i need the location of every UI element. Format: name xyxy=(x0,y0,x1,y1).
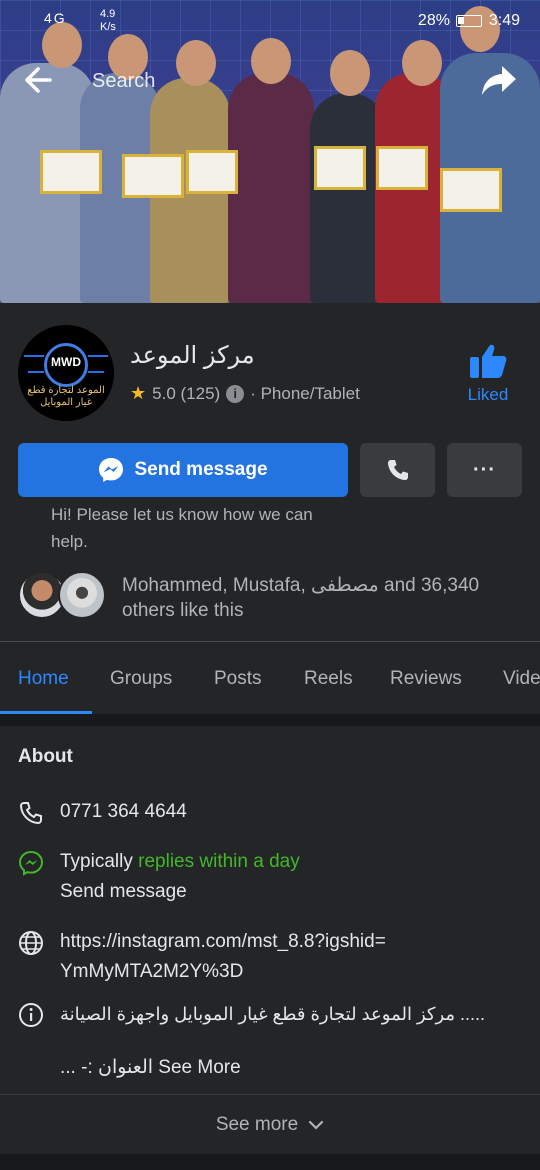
cover-certificate xyxy=(122,154,184,198)
page-header: MWD الموعد لتجارة قطع غيار الموبايل مركز… xyxy=(0,303,540,643)
page-avatar[interactable]: MWD الموعد لتجارة قطع غيار الموبايل xyxy=(18,325,114,421)
response-prefix: Typically xyxy=(60,851,133,872)
phone-outline-icon xyxy=(19,802,42,825)
cover-photo[interactable]: 4G 4.9 K/s 28% 3:49 Search xyxy=(0,0,540,303)
website-line-2: YmMyMTA2M2Y%3D xyxy=(60,961,244,982)
cover-certificate xyxy=(186,150,238,194)
tab-reels[interactable]: Reels xyxy=(304,668,353,690)
tab-reviews[interactable]: Reviews xyxy=(390,668,462,690)
cover-certificate xyxy=(376,146,428,190)
likes-text: Mohammed, Mustafa, مصطفى and 36,340 othe… xyxy=(122,575,480,621)
cover-person-head xyxy=(176,40,216,86)
info-icon[interactable]: i xyxy=(226,384,245,403)
share-arrow-icon[interactable] xyxy=(480,62,518,98)
clock: 3:49 xyxy=(488,12,520,29)
more-dots-icon: ··· xyxy=(473,458,496,481)
status-bar: 4G 4.9 K/s 28% 3:49 xyxy=(0,6,540,36)
cover-certificate xyxy=(40,150,102,194)
star-icon: ★ xyxy=(130,383,147,403)
battery-icon xyxy=(456,14,483,27)
more-options-button[interactable]: ··· xyxy=(447,443,522,497)
tab-groups[interactable]: Groups xyxy=(110,668,172,690)
search-placeholder[interactable]: Search xyxy=(92,70,155,93)
about-section: About 0771 364 4644 Typically replies wi… xyxy=(0,726,540,1094)
see-more-button[interactable]: See more xyxy=(0,1094,540,1154)
cover-person xyxy=(228,73,314,303)
network-speed: 4.9 K/s xyxy=(100,8,116,33)
call-button[interactable] xyxy=(360,443,435,497)
back-arrow-icon[interactable] xyxy=(20,62,56,98)
page-category: · Phone/Tablet xyxy=(250,383,360,403)
tab-videos[interactable]: Vide xyxy=(503,668,540,690)
status-right: 28% 3:49 xyxy=(418,12,520,30)
response-time-value: replies within a day xyxy=(138,851,300,872)
liked-button[interactable]: Liked xyxy=(458,343,518,405)
greeting-text: Hi! Please let us know how we can help. xyxy=(51,505,313,551)
avatar-circuit-line xyxy=(88,371,104,373)
avatar-subtitle: الموعد لتجارة قطع غيار الموبايل xyxy=(27,385,105,408)
page-tabs: Home Groups Posts Reels Reviews Vide xyxy=(0,642,540,714)
inline-see-more-link[interactable]: See More xyxy=(158,1057,240,1078)
chevron-down-icon xyxy=(309,1120,324,1130)
page-title: مركز الموعد xyxy=(130,342,255,369)
about-phone[interactable]: 0771 364 4644 xyxy=(60,797,187,827)
cover-person-head xyxy=(330,50,370,96)
avatar-logo-text: MWD xyxy=(51,355,81,369)
battery-percent: 28% xyxy=(417,12,450,29)
description-address: العنوان :- ... xyxy=(60,1057,154,1078)
website-line-1: https://instagram.com/mst_8.8?igshid= xyxy=(60,931,386,952)
messenger-icon xyxy=(99,458,124,482)
friend-avatar xyxy=(58,571,106,619)
send-message-button[interactable]: Send message xyxy=(18,443,348,497)
section-gap xyxy=(0,714,540,726)
rating-value[interactable]: 5.0 (125) xyxy=(152,384,220,404)
cover-person-head xyxy=(251,38,291,84)
about-send-message-link[interactable]: Send message xyxy=(60,877,187,907)
about-description-line-1: ..... مركز الموعد لتجارة قطع غيار الموبا… xyxy=(60,1004,486,1024)
liked-label: Liked xyxy=(467,385,509,404)
bottom-gap xyxy=(0,1154,540,1170)
send-message-label: Send message xyxy=(134,459,268,480)
cover-person-head xyxy=(402,40,442,86)
cover-certificate xyxy=(314,146,366,190)
tab-home[interactable]: Home xyxy=(18,668,69,690)
about-title: About xyxy=(18,746,73,767)
phone-icon xyxy=(387,460,408,480)
see-more-label: See more xyxy=(215,1113,299,1135)
about-description-line-2: العنوان :- ... See More xyxy=(60,1053,241,1083)
cover-certificate xyxy=(440,168,502,212)
about-website[interactable]: https://instagram.com/mst_8.8?igshid= Ym… xyxy=(60,927,386,987)
messenger-outline-icon xyxy=(18,850,44,876)
tab-posts[interactable]: Posts xyxy=(214,668,262,690)
info-outline-icon xyxy=(19,1003,43,1027)
globe-icon xyxy=(19,931,43,955)
page-meta: ★ 5.0 (125) i · Phone/Tablet xyxy=(130,383,360,404)
avatar-circuit-line xyxy=(28,371,44,373)
thumbs-up-icon xyxy=(470,344,507,378)
about-response-time: Typically replies within a day xyxy=(60,847,300,877)
signal-indicator: 4G xyxy=(44,10,67,26)
